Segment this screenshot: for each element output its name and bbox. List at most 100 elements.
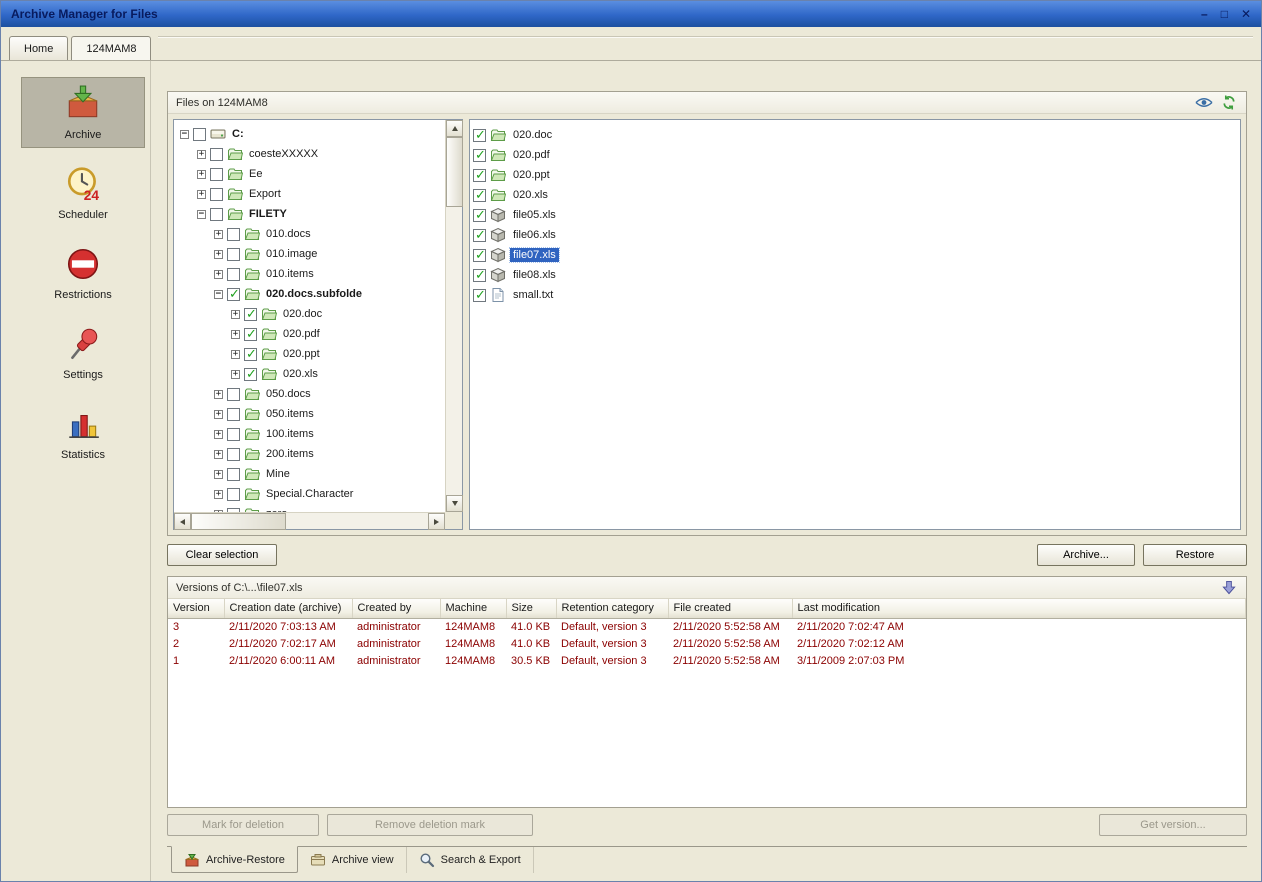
column-header-version[interactable]: Version <box>168 599 225 619</box>
tree-item-020-pdf[interactable]: +020.pdf <box>174 324 445 344</box>
expand-icon[interactable]: + <box>214 269 223 279</box>
tree-item-100-items[interactable]: +100.items <box>174 424 445 444</box>
scroll-left-icon[interactable] <box>174 513 191 530</box>
expand-icon[interactable]: + <box>197 169 206 179</box>
column-header-size[interactable]: Size <box>506 599 557 619</box>
collapse-icon[interactable]: − <box>197 209 206 219</box>
tree-item-filety[interactable]: − FILETY <box>174 204 445 224</box>
file-checkbox[interactable] <box>473 127 486 143</box>
tree-item-coestexxxxx[interactable]: + coesteXXXXX <box>174 144 445 164</box>
tree-vertical-scrollbar[interactable] <box>445 120 463 512</box>
tree-item-020-xls[interactable]: +020.xls <box>174 364 445 384</box>
horizontal-scrollbar-thumb[interactable] <box>191 513 286 530</box>
tree-checkbox[interactable] <box>227 487 240 501</box>
file-checkbox[interactable] <box>473 267 486 283</box>
collapse-icon[interactable]: − <box>214 289 223 299</box>
file-checkbox[interactable] <box>473 187 486 203</box>
scroll-up-icon[interactable] <box>446 120 463 137</box>
tab-124mam8[interactable]: 124MAM8 <box>71 36 152 60</box>
expand-icon[interactable]: + <box>214 249 223 259</box>
file-item-020-ppt[interactable]: 020.ppt <box>473 165 1237 185</box>
expand-icon[interactable]: + <box>231 309 240 319</box>
scroll-down-icon[interactable] <box>446 495 463 512</box>
expand-icon[interactable]: + <box>197 189 206 199</box>
tree-item-export[interactable]: + Export <box>174 184 445 204</box>
collapse-icon[interactable]: − <box>180 129 189 139</box>
tree-checkbox[interactable] <box>227 227 240 241</box>
tree-checkbox[interactable] <box>227 447 240 461</box>
clear-selection-button[interactable]: Clear selection <box>167 544 277 566</box>
file-checkbox[interactable] <box>473 147 486 163</box>
file-checkbox[interactable] <box>473 167 486 183</box>
tree-checkbox[interactable] <box>227 467 240 481</box>
tree-checkbox[interactable] <box>210 207 223 221</box>
file-item-020-pdf[interactable]: 020.pdf <box>473 145 1237 165</box>
tree-horizontal-scrollbar[interactable] <box>174 512 445 530</box>
file-item-020-doc[interactable]: 020.doc <box>473 125 1237 145</box>
column-header-retention-category[interactable]: Retention category <box>556 599 669 619</box>
sidebar-item-settings[interactable]: Settings <box>21 317 145 388</box>
tab-search-export[interactable]: Search & Export <box>407 847 534 873</box>
tree-item-050-items[interactable]: +050.items <box>174 404 445 424</box>
tree-checkbox[interactable] <box>244 326 257 342</box>
expand-icon[interactable]: + <box>231 369 240 379</box>
file-item-small-txt[interactable]: small.txt <box>473 285 1237 305</box>
expand-icon[interactable]: + <box>231 349 240 359</box>
tree-item-010-image[interactable]: +010.image <box>174 244 445 264</box>
down-arrow-icon[interactable] <box>1220 580 1238 595</box>
sidebar-item-scheduler[interactable]: 24 Scheduler <box>21 157 145 228</box>
version-row[interactable]: 3 2/11/2020 7:03:13 AM administrator 124MAM… <box>168 618 1246 635</box>
tree-item-special-character[interactable]: + Special.Character <box>174 484 445 504</box>
file-checkbox[interactable] <box>473 207 486 223</box>
scrollbar-track[interactable] <box>446 207 462 495</box>
vertical-scrollbar-thumb[interactable] <box>446 137 463 207</box>
file-item-file07-xls[interactable]: file07.xls <box>473 245 1237 265</box>
tree-item-010-docs[interactable]: +010.docs <box>174 224 445 244</box>
scroll-right-icon[interactable] <box>428 513 445 530</box>
tree-checkbox[interactable] <box>210 167 223 181</box>
expand-icon[interactable]: + <box>214 429 223 439</box>
file-checkbox[interactable] <box>473 227 486 243</box>
column-header-last-modification[interactable]: Last modification <box>792 599 1246 619</box>
tree-item-zero[interactable]: +zero <box>174 504 445 512</box>
tree-checkbox[interactable] <box>244 306 257 322</box>
expand-icon[interactable]: + <box>197 149 206 159</box>
tree-item-020-docs-subfolde[interactable]: − 020.docs.subfolde <box>174 284 445 304</box>
expand-icon[interactable]: + <box>214 449 223 459</box>
tree-item-020-ppt[interactable]: +020.ppt <box>174 344 445 364</box>
tab-home[interactable]: Home <box>9 36 69 60</box>
tree-checkbox[interactable] <box>227 286 240 302</box>
column-header-created-by[interactable]: Created by <box>352 599 441 619</box>
column-header-file-created[interactable]: File created <box>668 599 793 619</box>
file-item-file08-xls[interactable]: file08.xls <box>473 265 1237 285</box>
minimize-button[interactable]: – <box>1201 8 1208 20</box>
version-row[interactable]: 2 2/11/2020 7:02:17 AM administrator 124MAM… <box>168 635 1246 652</box>
column-header-machine[interactable]: Machine <box>440 599 507 619</box>
file-checkbox[interactable] <box>473 247 486 263</box>
tab-archive-restore[interactable]: Archive-Restore <box>171 846 298 873</box>
tab-archive-view[interactable]: Archive view <box>298 847 407 873</box>
tree-checkbox[interactable] <box>210 147 223 161</box>
expand-icon[interactable]: + <box>214 389 223 399</box>
column-header-creation-date-archive[interactable]: Creation date (archive) <box>224 599 353 619</box>
file-item-file06-xls[interactable]: file06.xls <box>473 225 1237 245</box>
maximize-button[interactable]: □ <box>1221 8 1228 20</box>
expand-icon[interactable]: + <box>214 489 223 499</box>
file-item-file05-xls[interactable]: file05.xls <box>473 205 1237 225</box>
tree-checkbox[interactable] <box>227 407 240 421</box>
file-item-020-xls[interactable]: 020.xls <box>473 185 1237 205</box>
tree-checkbox[interactable] <box>210 187 223 201</box>
tree-checkbox[interactable] <box>244 366 257 382</box>
tree-item-050-docs[interactable]: +050.docs <box>174 384 445 404</box>
remove-deletion-mark-button[interactable]: Remove deletion mark <box>327 814 533 836</box>
expand-icon[interactable]: + <box>214 409 223 419</box>
get-version-button[interactable]: Get version... <box>1099 814 1247 836</box>
tree-item-200-items[interactable]: +200.items <box>174 444 445 464</box>
expand-icon[interactable]: + <box>214 469 223 479</box>
file-checkbox[interactable] <box>473 287 486 303</box>
tree-checkbox[interactable] <box>227 247 240 261</box>
tree-item-010-items[interactable]: +010.items <box>174 264 445 284</box>
sidebar-item-archive[interactable]: Archive <box>21 77 145 148</box>
restore-button[interactable]: Restore <box>1143 544 1247 566</box>
tree-checkbox[interactable] <box>227 267 240 281</box>
